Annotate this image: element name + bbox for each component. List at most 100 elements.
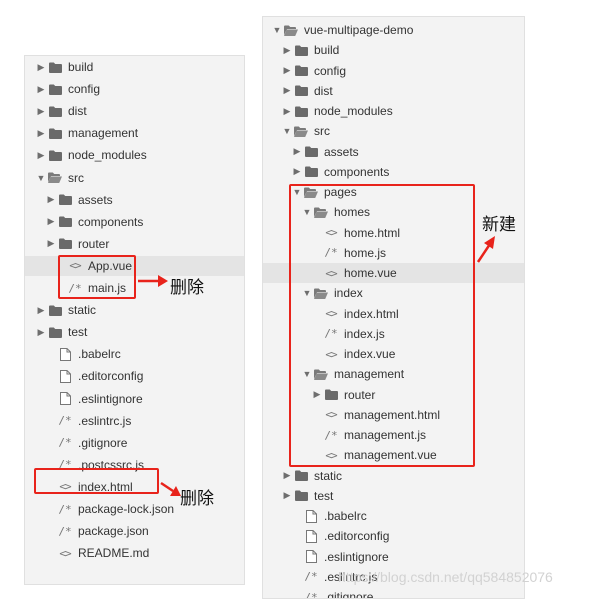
chevron-down-icon[interactable]: ▼	[271, 25, 283, 35]
file-row-eslintignore[interactable]: .eslintignore	[263, 547, 524, 567]
file-row-postcssrc-js[interactable]: /*.postcssrc.js	[25, 455, 244, 475]
tree-item-label: .eslintignore	[78, 392, 143, 406]
tree-item-label: components	[78, 215, 143, 229]
file-row-management-vue[interactable]: <>management.vue	[263, 445, 524, 465]
folder-row-router[interactable]: ▶router	[25, 234, 244, 254]
chevron-right-icon[interactable]: ▶	[45, 216, 57, 227]
chevron-right-icon[interactable]: ▶	[291, 166, 303, 177]
file-row-index-js[interactable]: /*index.js	[263, 324, 524, 344]
script-file-icon: /*	[303, 591, 319, 599]
folder-row-management[interactable]: ▼management	[263, 364, 524, 384]
folder-row-static[interactable]: ▶static	[263, 466, 524, 486]
chevron-right-icon[interactable]: ▶	[35, 62, 47, 73]
file-row-index-vue[interactable]: <>index.vue	[263, 344, 524, 364]
tree-item-label: home.html	[344, 226, 400, 240]
file-row-editorconfig[interactable]: .editorconfig	[263, 526, 524, 546]
chevron-right-icon[interactable]: ▶	[35, 327, 47, 338]
file-row-management-html[interactable]: <>management.html	[263, 405, 524, 425]
folder-row-assets[interactable]: ▶assets	[25, 190, 244, 210]
chevron-right-icon[interactable]: ▶	[281, 106, 293, 117]
folder-row-src[interactable]: ▼src	[25, 168, 244, 188]
chevron-right-icon[interactable]: ▶	[281, 85, 293, 96]
chevron-right-icon[interactable]: ▶	[281, 65, 293, 76]
chevron-right-icon[interactable]: ▶	[281, 490, 293, 501]
file-row-main-js[interactable]: /*main.js	[25, 278, 244, 298]
tree-item-label: config	[68, 82, 100, 96]
chevron-right-icon[interactable]: ▶	[281, 470, 293, 481]
folder-row-dist[interactable]: ▶dist	[25, 101, 244, 121]
folder-row-router[interactable]: ▶router	[263, 385, 524, 405]
chevron-right-icon[interactable]: ▶	[35, 150, 47, 161]
chevron-right-icon[interactable]: ▶	[35, 128, 47, 139]
chevron-right-icon[interactable]: ▶	[45, 238, 57, 249]
chevron-right-icon[interactable]: ▶	[35, 106, 47, 117]
file-row-eslintignore[interactable]: .eslintignore	[25, 389, 244, 409]
tree-item-label: App.vue	[88, 259, 132, 273]
folder-row-build[interactable]: ▶build	[263, 40, 524, 60]
file-row-editorconfig[interactable]: .editorconfig	[25, 366, 244, 386]
folder-icon	[293, 470, 309, 481]
chevron-right-icon[interactable]: ▶	[281, 45, 293, 56]
new-label-pages: 新建	[482, 210, 516, 235]
chevron-right-icon[interactable]: ▶	[311, 389, 323, 400]
folder-row-index[interactable]: ▼ index	[263, 283, 524, 303]
chevron-right-icon[interactable]: ▶	[291, 146, 303, 157]
tree-item-label: management.js	[344, 428, 426, 442]
file-row-management-js[interactable]: /*management.js	[263, 425, 524, 445]
file-row-gitignore[interactable]: /*.gitignore	[25, 433, 244, 453]
folder-row-src[interactable]: ▼src	[263, 121, 524, 141]
folder-row-dist[interactable]: ▶dist	[263, 81, 524, 101]
folder-icon	[293, 85, 309, 96]
file-icon	[303, 550, 319, 563]
chevron-down-icon[interactable]: ▼	[35, 173, 47, 183]
file-row-babelrc[interactable]: .babelrc	[263, 506, 524, 526]
folder-row-config[interactable]: ▶config	[263, 61, 524, 81]
chevron-down-icon[interactable]: ▼	[281, 126, 293, 136]
tree-item-label: pages	[324, 185, 357, 199]
folder-icon	[47, 106, 63, 117]
file-row-package-json[interactable]: /*package.json	[25, 521, 244, 541]
file-row-gitignore[interactable]: /*.gitignore	[263, 587, 524, 599]
folder-row-components[interactable]: ▶components	[263, 162, 524, 182]
chevron-right-icon[interactable]: ▶	[35, 84, 47, 95]
folder-row-node-modules[interactable]: ▶node_modules	[25, 145, 244, 165]
file-row-babelrc[interactable]: .babelrc	[25, 344, 244, 364]
right-file-explorer: ▼vue-multipage-demo▶build▶config▶dist▶no…	[262, 16, 525, 599]
tree-item-label: .babelrc	[324, 509, 367, 523]
code-file-icon: <>	[323, 226, 339, 239]
folder-icon	[293, 106, 309, 117]
script-file-icon: /*	[303, 570, 319, 583]
chevron-right-icon[interactable]: ▶	[35, 305, 47, 316]
folder-row-test[interactable]: ▶test	[25, 322, 244, 342]
chevron-down-icon[interactable]: ▼	[291, 187, 303, 197]
chevron-down-icon[interactable]: ▼	[301, 207, 313, 217]
tree-item-label: .babelrc	[78, 347, 121, 361]
script-file-icon: /*	[57, 436, 73, 449]
file-icon	[57, 348, 73, 361]
folder-row-management[interactable]: ▶management	[25, 123, 244, 143]
folder-open-icon	[313, 288, 329, 299]
file-row-index-html[interactable]: <>index.html	[263, 304, 524, 324]
file-row-home-js[interactable]: /*home.js	[263, 243, 524, 263]
folder-row-static[interactable]: ▶static	[25, 300, 244, 320]
chevron-right-icon[interactable]: ▶	[45, 194, 57, 205]
chevron-down-icon[interactable]: ▼	[301, 288, 313, 298]
folder-row-vue-multipage-demo[interactable]: ▼vue-multipage-demo	[263, 20, 524, 40]
file-row-app-vue[interactable]: <>App.vue	[25, 256, 244, 276]
chevron-down-icon[interactable]: ▼	[301, 369, 313, 379]
folder-row-node-modules[interactable]: ▶node_modules	[263, 101, 524, 121]
folder-row-build[interactable]: ▶ build	[25, 57, 244, 77]
file-row-home-vue[interactable]: <>home.vue	[263, 263, 524, 283]
file-row-eslintrc-js[interactable]: /*.eslintrc.js	[25, 411, 244, 431]
file-row-readme-md[interactable]: <>README.md	[25, 543, 244, 563]
script-file-icon: /*	[323, 246, 339, 259]
tree-item-label: homes	[334, 205, 370, 219]
folder-row-test[interactable]: ▶test	[263, 486, 524, 506]
tree-item-label: index	[334, 286, 363, 300]
folder-row-config[interactable]: ▶ config	[25, 79, 244, 99]
tree-item-label: build	[68, 60, 93, 74]
tree-item-label: home.vue	[344, 266, 397, 280]
folder-row-pages[interactable]: ▼ pages	[263, 182, 524, 202]
folder-row-components[interactable]: ▶ components	[25, 212, 244, 232]
folder-row-assets[interactable]: ▶assets	[263, 142, 524, 162]
